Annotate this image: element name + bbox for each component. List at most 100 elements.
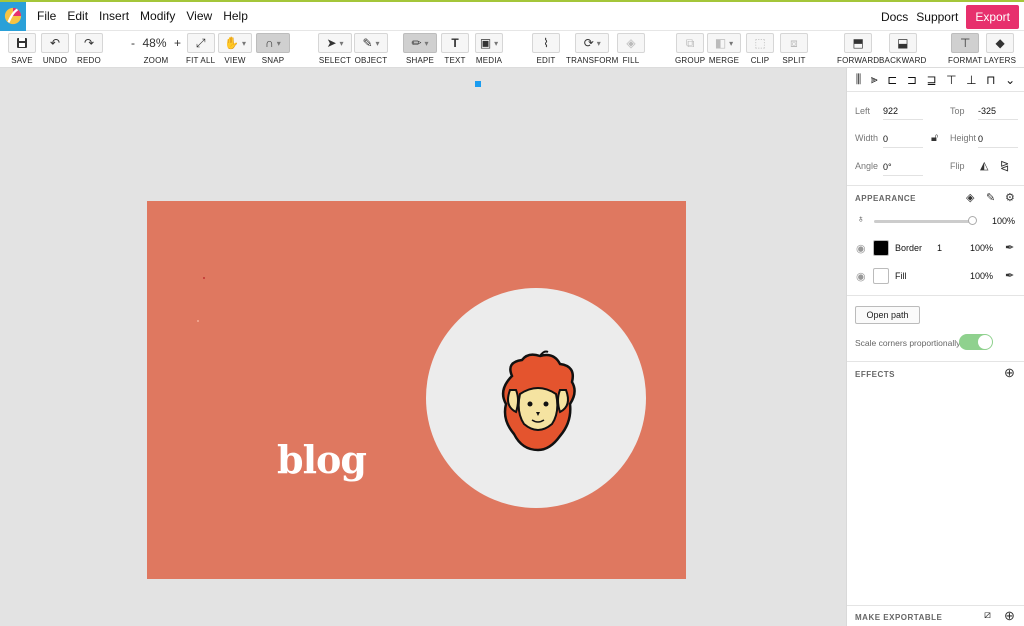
group-tool[interactable]: ⧉ GROUP <box>675 33 705 65</box>
magnet-icon[interactable]: ∩ ▾ <box>256 33 290 53</box>
height-input[interactable]: 0 <box>978 134 1018 148</box>
save-tool[interactable]: SAVE <box>8 33 36 65</box>
image-icon[interactable]: ▣ ▾ <box>475 33 503 53</box>
fill-tool[interactable]: ◈ FILL <box>617 33 645 65</box>
fill-opacity-input[interactable]: 100% <box>970 271 993 281</box>
selection-handle[interactable] <box>475 81 481 87</box>
app-logo[interactable] <box>0 1 26 31</box>
export-slice-icon[interactable]: ⧄ <box>984 609 991 622</box>
fill-color-swatch[interactable] <box>873 268 889 284</box>
menu-modify[interactable]: Modify <box>140 9 175 23</box>
add-effect-icon[interactable]: ⊕ <box>1004 365 1015 381</box>
chevron-down-icon[interactable]: ⌄ <box>1005 73 1015 87</box>
layers-tool[interactable]: ◆ LAYERS <box>984 33 1016 65</box>
align-top-icon[interactable]: ⊤ <box>946 73 956 87</box>
format-tool[interactable]: ⊤ FORMAT <box>948 33 982 65</box>
opacity-slider-knob[interactable] <box>968 216 977 225</box>
forward-tool[interactable]: ⬒ FORWARD <box>837 33 879 65</box>
edit-tool[interactable]: ⌇ EDIT <box>532 33 560 65</box>
align-left-icon[interactable]: ⊏ <box>887 73 897 87</box>
settings-sliders-icon[interactable]: ⚙ <box>1005 191 1015 204</box>
zoom-tool[interactable]: - 48% + ZOOM <box>128 33 184 65</box>
pencil-icon[interactable]: ✏ ▾ <box>403 33 437 53</box>
object-tool[interactable]: ✎ ▾ OBJECT <box>354 33 388 65</box>
pen-icon[interactable]: ✎ ▾ <box>354 33 388 53</box>
width-input[interactable]: 0 <box>883 134 923 148</box>
bring-forward-icon[interactable]: ⬒ <box>844 33 873 53</box>
border-width-input[interactable]: 1 <box>937 243 942 253</box>
menu-insert[interactable]: Insert <box>99 9 129 23</box>
redo-tool[interactable]: ↷ REDO <box>75 33 103 65</box>
menu-help[interactable]: Help <box>223 9 248 23</box>
align-center-vertical-icon[interactable]: ⫼ <box>856 72 862 87</box>
menu-edit[interactable]: Edit <box>67 9 88 23</box>
opacity-value[interactable]: 100% <box>992 216 1015 226</box>
zoom-minus-button[interactable]: - <box>131 36 135 50</box>
align-bottom-icon[interactable]: ⊓ <box>986 73 995 87</box>
fit-all-tool[interactable]: ⤢ FIT ALL <box>186 33 215 65</box>
pointer-icon[interactable]: ➤ ▾ <box>318 33 352 53</box>
clip-icon[interactable]: ⬚ <box>746 33 774 53</box>
group-icon[interactable]: ⧉ <box>676 33 705 53</box>
select-tool[interactable]: ➤ ▾ SELECT <box>318 33 352 65</box>
media-tool[interactable]: ▣ ▾ MEDIA <box>475 33 503 65</box>
top-input[interactable]: -325 <box>978 106 1018 120</box>
text-icon[interactable]: T <box>441 33 469 53</box>
eyedropper-icon[interactable]: ✒ <box>1005 241 1014 254</box>
hand-icon[interactable]: ✋ ▾ <box>218 33 252 53</box>
rotate-icon[interactable]: ⟳ ▾ <box>575 33 610 53</box>
snap-tool[interactable]: ∩ ▾ SNAP <box>256 33 290 65</box>
scale-corners-toggle[interactable] <box>959 334 993 350</box>
fit-all-label: FIT ALL <box>186 56 216 65</box>
opacity-slider-track[interactable] <box>874 220 974 223</box>
backward-tool[interactable]: ⬓ BACKWARD <box>879 33 927 65</box>
edit-nodes-icon[interactable]: ⌇ <box>532 33 560 53</box>
clip-tool[interactable]: ⬚ CLIP <box>746 33 774 65</box>
transform-tool[interactable]: ⟳ ▾ TRANSFORM <box>566 33 618 65</box>
flip-vertical-icon[interactable]: ⧎ <box>1000 159 1009 172</box>
undo-icon[interactable]: ↶ <box>41 33 69 53</box>
zoom-value[interactable]: 48% <box>142 36 166 50</box>
eyedropper-icon[interactable]: ✒ <box>1005 269 1014 282</box>
flip-horizontal-icon[interactable]: ◭ <box>980 159 988 172</box>
support-link[interactable]: Support <box>916 10 958 24</box>
send-backward-icon[interactable]: ⬓ <box>888 33 917 53</box>
border-color-swatch[interactable] <box>873 240 889 256</box>
align-vcenter-icon[interactable]: ⊥ <box>966 73 976 87</box>
eye-icon[interactable]: ◉ <box>856 270 866 283</box>
layers-icon[interactable]: ◆ <box>986 33 1015 53</box>
left-input[interactable]: 922 <box>883 106 923 120</box>
align-right-icon[interactable]: ⊒ <box>926 73 936 87</box>
align-center-icon[interactable]: ⊐ <box>907 73 917 87</box>
split-tool[interactable]: ⧈ SPLIT <box>780 33 808 65</box>
export-button[interactable]: Export <box>966 4 1019 29</box>
zoom-plus-button[interactable]: + <box>174 36 181 50</box>
eye-icon[interactable]: ◉ <box>856 242 866 255</box>
add-exportable-icon[interactable]: ⊕ <box>1004 608 1015 624</box>
merge-tool[interactable]: ◧ ▾ MERGE <box>707 33 741 65</box>
zoom-control[interactable]: - 48% + <box>128 33 184 53</box>
undo-tool[interactable]: ↶ UNDO <box>41 33 69 65</box>
lock-icon[interactable]: 🔓︎ <box>931 132 938 145</box>
paint-bucket-icon[interactable]: ◈ <box>617 33 645 53</box>
redo-icon[interactable]: ↷ <box>75 33 103 53</box>
angle-input[interactable]: 0° <box>883 162 923 176</box>
docs-link[interactable]: Docs <box>881 10 908 24</box>
align-middle-icon[interactable]: ⫸ <box>871 72 878 87</box>
menu-file[interactable]: File <box>37 9 56 23</box>
paint-bucket-icon[interactable]: ◈ <box>966 191 974 204</box>
pen-icon[interactable]: ✎ <box>986 191 995 204</box>
blog-title-text[interactable]: blog <box>277 437 367 482</box>
fit-all-icon[interactable]: ⤢ <box>186 33 215 53</box>
paint-roller-icon[interactable]: ⊤ <box>951 33 980 53</box>
border-opacity-input[interactable]: 100% <box>970 243 993 253</box>
shape-tool[interactable]: ✏ ▾ SHAPE <box>403 33 437 65</box>
text-tool[interactable]: T TEXT <box>441 33 469 65</box>
save-icon[interactable] <box>8 33 36 53</box>
menu-view[interactable]: View <box>186 9 212 23</box>
open-path-button[interactable]: Open path <box>855 306 920 324</box>
view-tool[interactable]: ✋ ▾ VIEW <box>218 33 252 65</box>
merge-icon[interactable]: ◧ ▾ <box>707 33 741 53</box>
monkey-mascot-icon[interactable] <box>498 350 578 452</box>
split-icon[interactable]: ⧈ <box>780 33 808 53</box>
